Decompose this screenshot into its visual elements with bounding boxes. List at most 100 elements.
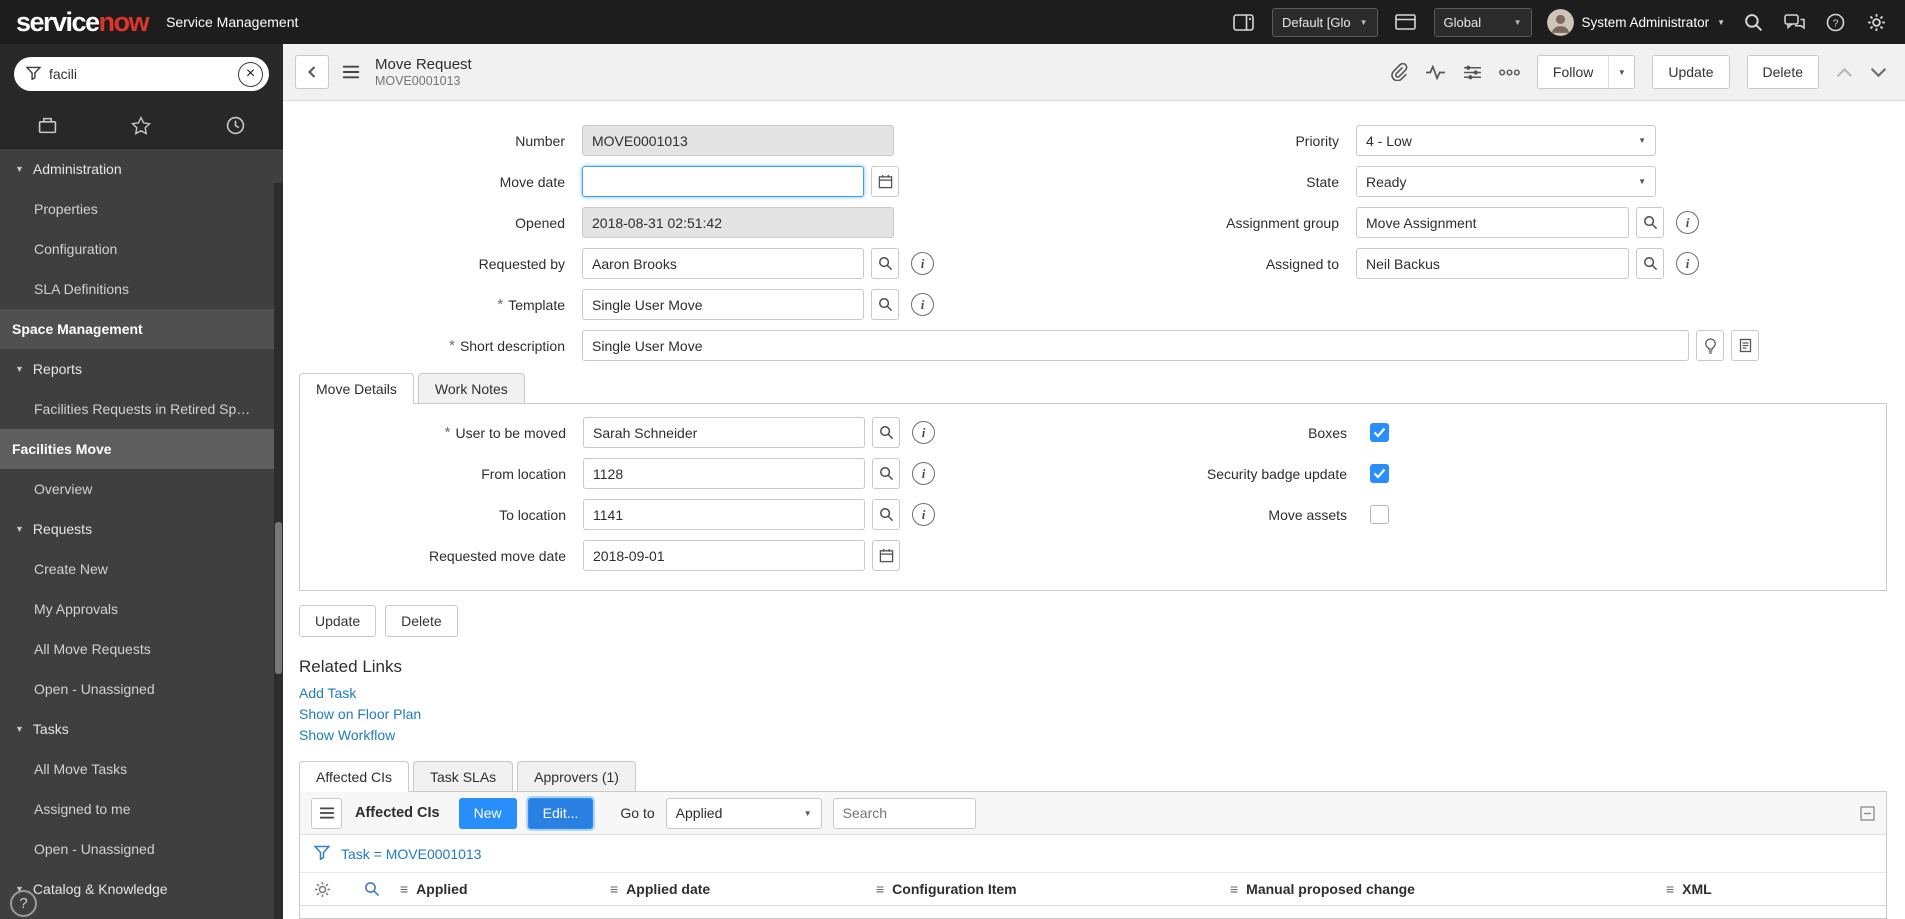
reference-lookup-icon[interactable]: [871, 248, 899, 279]
new-button[interactable]: New: [459, 798, 517, 829]
reference-info-icon[interactable]: i: [1676, 252, 1699, 275]
tab-task-slas[interactable]: Task SLAs: [413, 761, 513, 792]
split-screen-icon[interactable]: [1393, 9, 1419, 35]
settings-gear-icon[interactable]: [1863, 9, 1889, 35]
filter-breadcrumb-icon[interactable]: [314, 845, 330, 863]
column-menu-icon[interactable]: ≡: [400, 881, 408, 897]
tab-approvers[interactable]: Approvers (1): [517, 761, 636, 792]
header-update-button[interactable]: Update: [1652, 55, 1729, 89]
suggestion-lightbulb-icon[interactable]: [1696, 330, 1724, 361]
short-description-input[interactable]: [582, 330, 1689, 361]
add-task-link[interactable]: Add Task: [299, 685, 1887, 701]
tab-move-details[interactable]: Move Details: [299, 373, 414, 404]
sidebar-help-icon[interactable]: ?: [10, 890, 37, 917]
attachment-paperclip-icon[interactable]: [1390, 63, 1408, 81]
opened-input[interactable]: [582, 207, 894, 238]
header-delete-button[interactable]: Delete: [1747, 55, 1819, 89]
nav-section-administration[interactable]: ▼Administration: [0, 149, 283, 189]
requested-move-date-input[interactable]: [583, 540, 865, 571]
list-search-icon[interactable]: [344, 881, 400, 897]
nav-item-assigned-to-me[interactable]: Assigned to me: [0, 789, 283, 829]
nav-app-space-management[interactable]: Space Management: [0, 309, 283, 349]
servicenow-logo[interactable]: servicenow: [16, 9, 148, 36]
tab-work-notes[interactable]: Work Notes: [418, 373, 525, 404]
from-location-input[interactable]: [583, 458, 865, 489]
nav-item-overview[interactable]: Overview: [0, 469, 283, 509]
reference-info-icon[interactable]: i: [912, 503, 935, 526]
follow-caret-icon[interactable]: ▼: [1608, 55, 1635, 89]
sidebar-scrollbar[interactable]: [274, 183, 283, 919]
breadcrumb-filter-link[interactable]: Task = MOVE0001013: [341, 846, 481, 862]
assigned-to-input[interactable]: [1356, 248, 1629, 279]
nav-section-catalog-knowledge[interactable]: ▼Catalog & Knowledge: [0, 869, 283, 909]
reference-info-icon[interactable]: i: [911, 252, 934, 275]
connect-sidebar-icon[interactable]: [1231, 9, 1257, 35]
list-search-input[interactable]: [833, 798, 976, 829]
all-applications-icon[interactable]: [17, 103, 77, 148]
nav-section-reports[interactable]: ▼Reports: [0, 349, 283, 389]
column-header-manual-proposed-change[interactable]: ≡Manual proposed change: [1230, 881, 1666, 897]
reference-lookup-icon[interactable]: [1636, 207, 1664, 238]
reference-lookup-icon[interactable]: [872, 458, 900, 489]
reference-info-icon[interactable]: i: [912, 421, 935, 444]
show-on-floor-plan-link[interactable]: Show on Floor Plan: [299, 706, 1887, 722]
goto-select[interactable]: Applied ▼: [666, 798, 822, 829]
number-input[interactable]: [582, 125, 894, 156]
collapse-list-icon[interactable]: [1860, 806, 1875, 821]
column-header-applied-date[interactable]: ≡Applied date: [610, 881, 876, 897]
follow-button[interactable]: Follow: [1537, 55, 1609, 89]
boxes-checkbox[interactable]: [1370, 423, 1389, 442]
reference-info-icon[interactable]: i: [1676, 211, 1699, 234]
to-location-input[interactable]: [583, 499, 865, 530]
reference-lookup-icon[interactable]: [1636, 248, 1664, 279]
assignment-group-input[interactable]: [1356, 207, 1629, 238]
nav-item-sla-definitions[interactable]: SLA Definitions: [0, 269, 283, 309]
column-header-configuration-item[interactable]: ≡Configuration Item: [876, 881, 1230, 897]
calendar-icon[interactable]: [872, 540, 900, 571]
column-menu-icon[interactable]: ≡: [1666, 881, 1674, 897]
update-set-picker[interactable]: Default [Glo ▼: [1272, 8, 1378, 37]
edit-button[interactable]: Edit...: [528, 798, 594, 829]
column-menu-icon[interactable]: ≡: [876, 881, 884, 897]
nav-item-create-new[interactable]: Create New: [0, 549, 283, 589]
priority-select[interactable]: 4 - Low ▼: [1356, 125, 1656, 156]
more-options-icon[interactable]: [1499, 69, 1520, 76]
history-clock-icon[interactable]: [206, 103, 266, 148]
move-date-input[interactable]: [582, 166, 864, 197]
security-badge-update-checkbox[interactable]: [1370, 464, 1389, 483]
nav-item-all-move-tasks[interactable]: All Move Tasks: [0, 749, 283, 789]
nav-item-open-unassigned-requests[interactable]: Open - Unassigned: [0, 669, 283, 709]
connect-chat-icon[interactable]: [1781, 9, 1807, 35]
column-header-xml[interactable]: ≡XML: [1666, 881, 1886, 897]
back-button[interactable]: [295, 55, 329, 89]
nav-section-requests[interactable]: ▼Requests: [0, 509, 283, 549]
column-header-applied[interactable]: ≡Applied: [400, 881, 610, 897]
nav-item-open-unassigned-tasks[interactable]: Open - Unassigned: [0, 829, 283, 869]
form-context-menu-icon[interactable]: [342, 65, 360, 79]
previous-record-icon[interactable]: [1836, 67, 1853, 78]
requested-by-input[interactable]: [582, 248, 864, 279]
activity-stream-icon[interactable]: [1425, 65, 1446, 80]
list-context-menu-icon[interactable]: [311, 798, 342, 829]
nav-app-facilities-move[interactable]: Facilities Move: [0, 429, 283, 469]
form-delete-button[interactable]: Delete: [385, 605, 457, 637]
nav-item-all-move-requests[interactable]: All Move Requests: [0, 629, 283, 669]
nav-item-facilities-requests-retired[interactable]: Facilities Requests in Retired Sp…: [0, 389, 283, 429]
clear-search-icon[interactable]: ×: [238, 62, 263, 87]
reference-info-icon[interactable]: i: [912, 462, 935, 485]
favorites-star-icon[interactable]: [111, 103, 171, 148]
state-select[interactable]: Ready ▼: [1356, 166, 1656, 197]
reference-lookup-icon[interactable]: [872, 417, 900, 448]
application-scope-picker[interactable]: Global ▼: [1434, 8, 1532, 37]
nav-item-configuration[interactable]: Configuration: [0, 229, 283, 269]
user-menu[interactable]: System Administrator ▼: [1547, 9, 1725, 36]
help-icon[interactable]: ?: [1822, 9, 1848, 35]
reference-info-icon[interactable]: i: [911, 293, 934, 316]
knowledge-document-icon[interactable]: [1731, 330, 1759, 361]
next-record-icon[interactable]: [1870, 67, 1887, 78]
list-personalize-gear-icon[interactable]: [300, 881, 344, 898]
tab-affected-cis[interactable]: Affected CIs: [299, 761, 409, 792]
nav-item-properties[interactable]: Properties: [0, 189, 283, 229]
global-search-icon[interactable]: [1740, 9, 1766, 35]
reference-lookup-icon[interactable]: [872, 499, 900, 530]
